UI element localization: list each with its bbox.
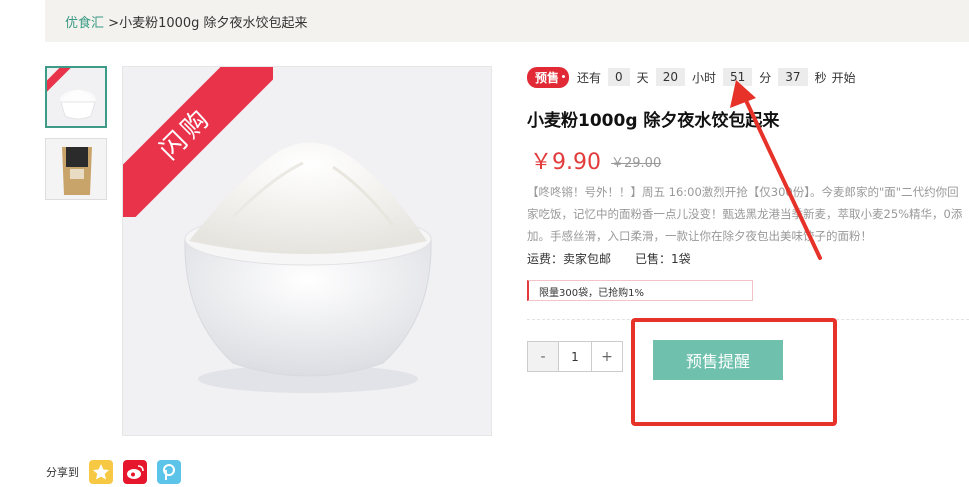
presale-countdown: 预售 还有 0 天 20 小时 51 分 37 秒 开始 xyxy=(527,66,856,88)
thumbnail-flour-bowl[interactable] xyxy=(45,66,107,128)
product-page: 优食汇 >小麦粉1000g 除夕夜水饺包起来 闪购 预售 还有 0 天 20 小… xyxy=(0,0,969,487)
presale-remind-button[interactable]: 预售提醒 xyxy=(653,340,783,380)
flour-bag-thumb-image xyxy=(46,139,106,199)
countdown-hours: 20 xyxy=(655,68,685,86)
product-description: 【咚咚锵！号外！！】周五 16:00激烈开抢【仅300份】。今麦郎家的"面"二代… xyxy=(527,185,963,243)
original-price: ￥29.00 xyxy=(611,156,662,171)
countdown-minutes-unit: 分 xyxy=(759,70,772,85)
countdown-days: 0 xyxy=(608,68,630,86)
breadcrumb-home-link[interactable]: 优食汇 xyxy=(65,16,104,31)
countdown-hours-unit: 小时 xyxy=(691,70,716,85)
countdown-suffix: 开始 xyxy=(831,70,856,85)
thumbnail-flour-bag[interactable] xyxy=(45,138,107,200)
breadcrumb-bar: 优食汇 >小麦粉1000g 除夕夜水饺包起来 xyxy=(45,0,969,42)
share-bar: 分享到 xyxy=(46,460,181,484)
divider xyxy=(527,319,969,320)
quantity-input[interactable] xyxy=(559,342,591,371)
breadcrumb: 优食汇 >小麦粉1000g 除夕夜水饺包起来 xyxy=(65,12,308,31)
countdown-minutes: 51 xyxy=(722,68,753,86)
flash-sale-ribbon: 闪购 xyxy=(123,67,273,217)
flash-sale-ribbon-label: 闪购 xyxy=(123,67,273,217)
shipping-info: 运费：卖家包邮 xyxy=(527,252,612,266)
breadcrumb-current: 小麦粉1000g 除夕夜水饺包起来 xyxy=(119,16,308,31)
thumbnail-list xyxy=(45,66,109,210)
countdown-prefix: 还有 xyxy=(577,70,602,85)
sale-price: ￥9.90 xyxy=(530,150,601,175)
qzone-share-icon[interactable] xyxy=(89,460,113,484)
sold-count: 已售：1袋 xyxy=(635,252,691,266)
pengyou-share-icon[interactable] xyxy=(157,460,181,484)
breadcrumb-separator: > xyxy=(108,16,120,31)
main-product-image: 闪购 xyxy=(122,66,492,436)
countdown-seconds-unit: 秒 xyxy=(814,70,827,85)
share-label: 分享到 xyxy=(46,466,79,479)
weibo-share-icon[interactable] xyxy=(123,460,147,484)
countdown-seconds: 37 xyxy=(778,68,808,86)
limit-notice: 限量300袋，已抢购1% xyxy=(527,280,753,301)
product-title: 小麦粉1000g 除夕夜水饺包起来 xyxy=(527,111,780,131)
presale-badge: 预售 xyxy=(527,66,570,88)
product-meta: 运费：卖家包邮 已售：1袋 xyxy=(527,250,691,267)
quantity-increase-button[interactable]: + xyxy=(591,342,622,371)
countdown-days-unit: 天 xyxy=(636,70,649,85)
quantity-stepper: - + xyxy=(527,341,623,372)
quantity-decrease-button[interactable]: - xyxy=(528,342,559,371)
